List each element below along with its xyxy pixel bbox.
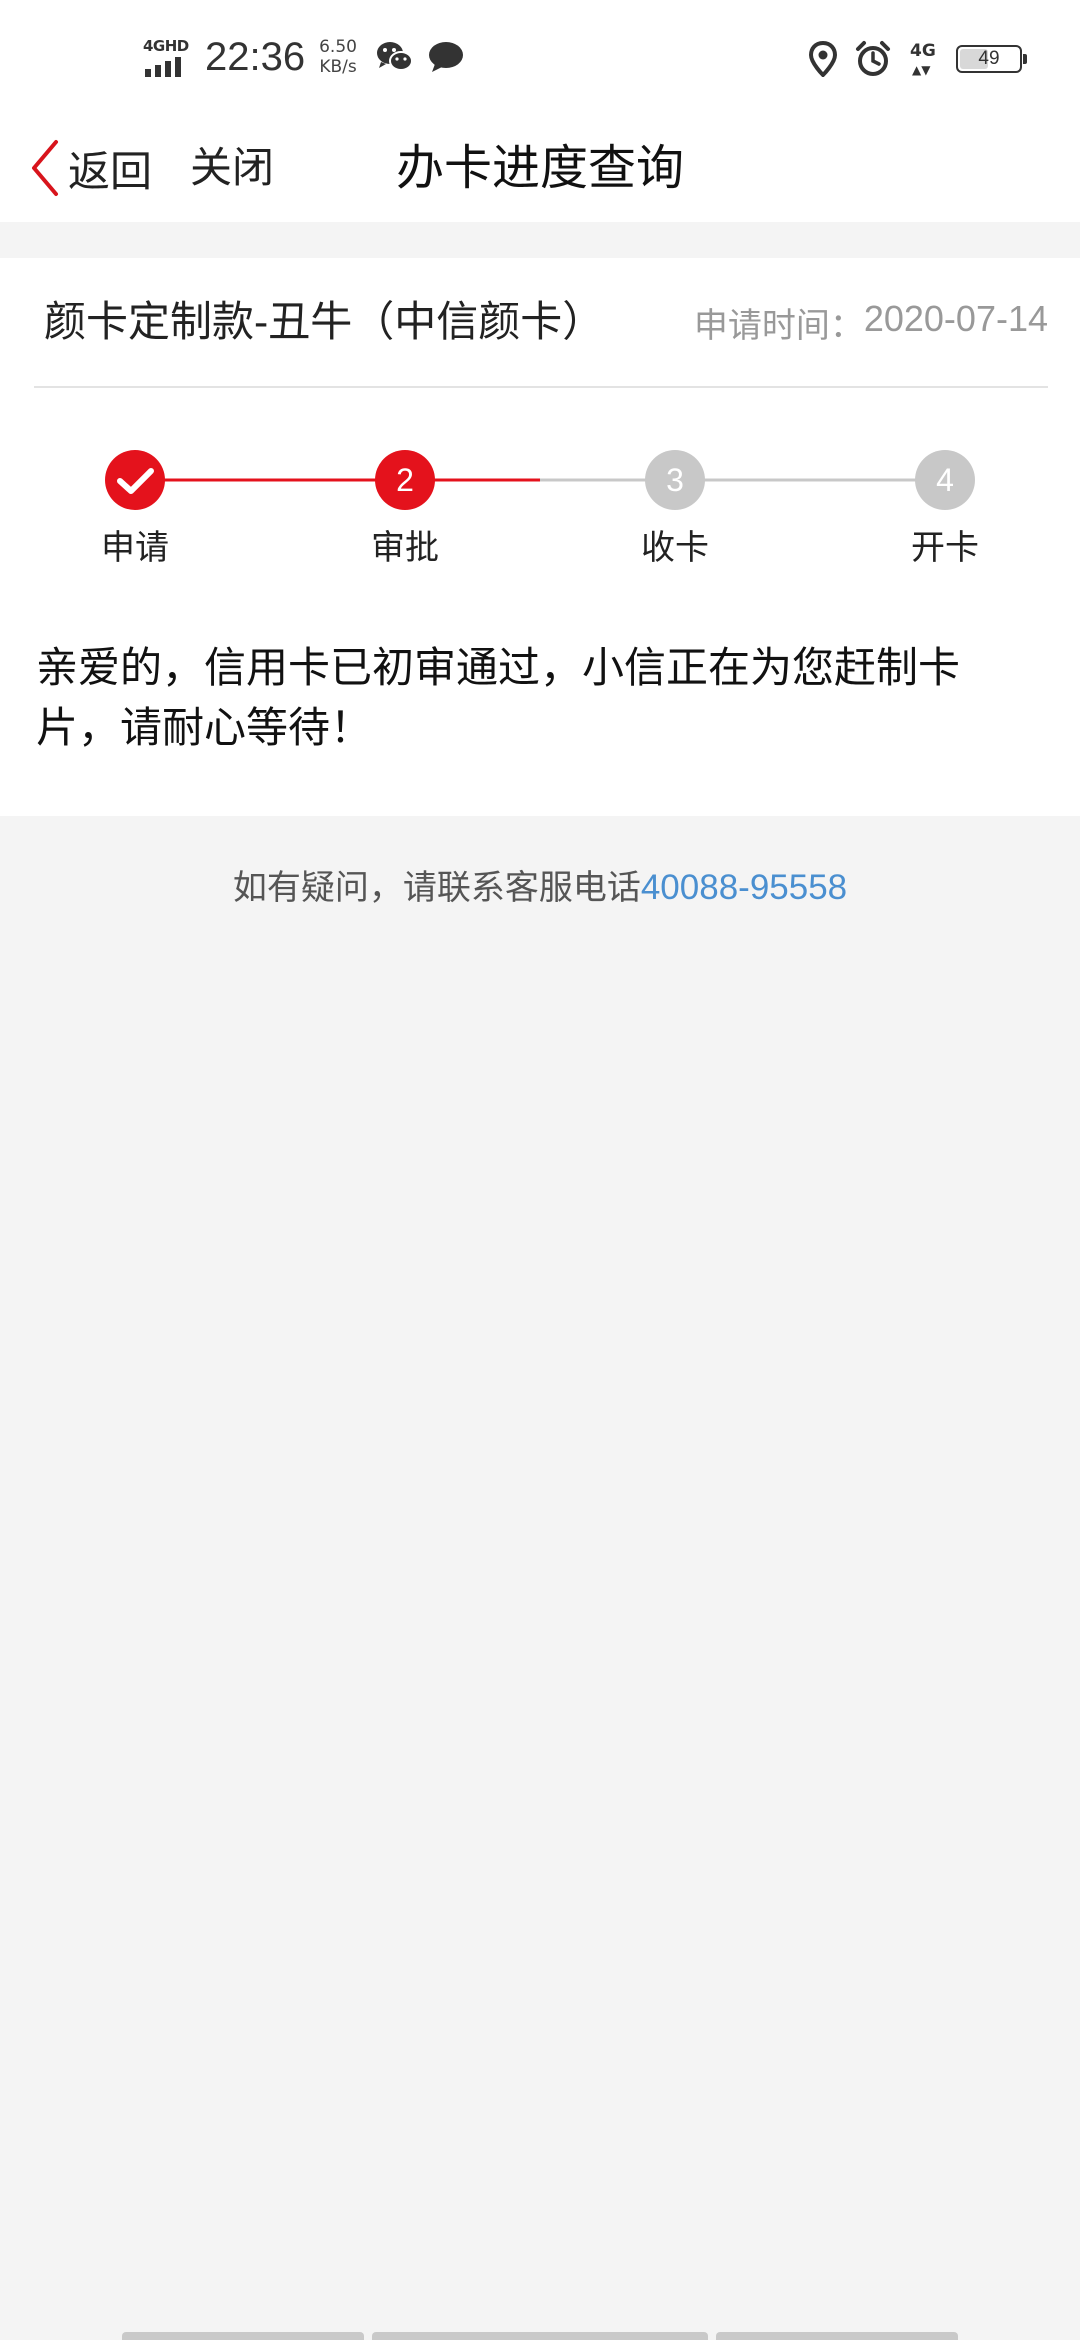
step-number-4: 4 <box>936 462 954 498</box>
step-label-4: 开卡 <box>911 528 979 568</box>
step-number-2: 2 <box>396 462 414 498</box>
progress-card: 颜卡定制款-丑牛（中信颜卡） 申请时间： 2020-07-14 申请 2 审批 3 收卡… <box>0 258 1080 816</box>
status-message: 亲爱的，信用卡已初审通过，小信正在为您赶制卡片，请耐心等待！ <box>36 643 961 752</box>
network-type: 4GHD <box>143 37 189 55</box>
progress-steps: 申请 2 审批 3 收卡 4 开卡 <box>0 428 1080 568</box>
alarm-icon <box>856 41 890 76</box>
gesture-bar-right <box>716 2332 958 2340</box>
mobile-network-icon: 4G ▲▼ <box>910 41 936 77</box>
divider <box>34 386 1048 388</box>
card-header: 颜卡定制款-丑牛（中信颜卡） 申请时间： 2020-07-14 <box>34 258 1048 386</box>
status-time: 22:36 <box>205 34 306 79</box>
step-label-3: 收卡 <box>641 528 709 568</box>
contact-info: 如有疑问，请联系客服电话40088-95558 <box>0 860 1080 909</box>
signal-icon: 4GHD <box>143 35 191 79</box>
gesture-bar-left <box>122 2332 364 2340</box>
step-circle-1 <box>105 450 165 510</box>
network-speed: 6.50 KB/s <box>319 37 357 77</box>
step-label-1: 申请 <box>101 528 169 568</box>
status-left: 4GHD 22:36 6.50 KB/s <box>143 32 465 82</box>
location-icon <box>808 41 838 77</box>
apply-time: 申请时间： 2020-07-14 <box>694 298 1048 347</box>
wechat-icon <box>376 42 413 71</box>
page-title: 办卡进度查询 <box>395 140 684 196</box>
gesture-bar-center <box>372 2332 708 2340</box>
step-label-2: 审批 <box>371 528 439 568</box>
contact-phone-link[interactable]: 40088-95558 <box>641 868 847 907</box>
battery-icon: 49 <box>956 45 1027 73</box>
apply-time-label: 申请时间： <box>693 306 864 346</box>
apply-time-value: 2020-07-14 <box>863 298 1048 339</box>
status-bar: 4GHD 22:36 6.50 KB/s 4G ▲▼ 49 <box>0 0 1080 115</box>
step-number-3: 3 <box>666 462 684 498</box>
message-icon <box>428 42 463 72</box>
battery-level: 49 <box>978 48 1000 69</box>
speed-value: 6.50 <box>319 37 357 57</box>
card-product-name: 颜卡定制款-丑牛（中信颜卡） <box>44 297 605 346</box>
speed-unit: KB/s <box>319 57 357 77</box>
mobile-network-label: 4G <box>910 41 936 61</box>
nav-bar: 返回 关闭 办卡进度查询 <box>0 115 1080 222</box>
status-right: 4G ▲▼ 49 <box>808 34 1027 84</box>
contact-text: 如有疑问，请联系客服电话 <box>232 868 641 908</box>
